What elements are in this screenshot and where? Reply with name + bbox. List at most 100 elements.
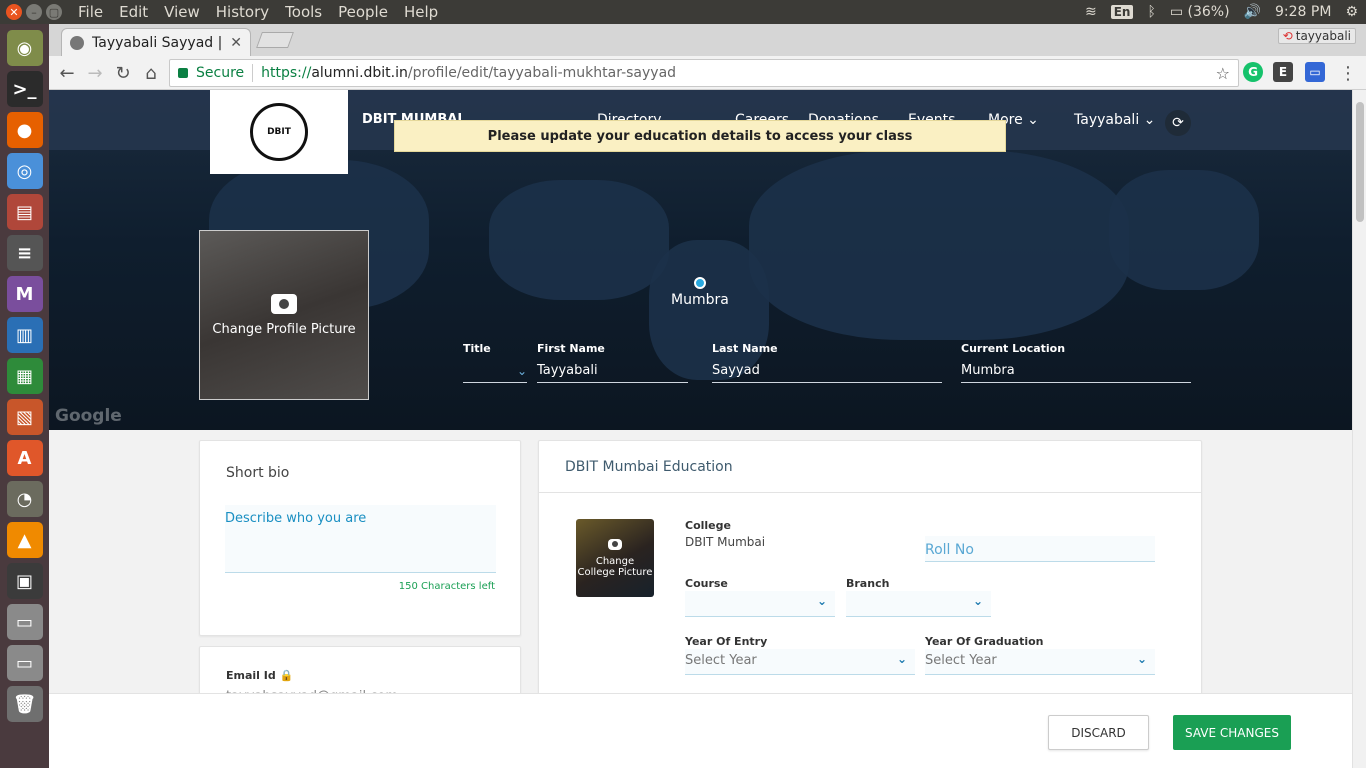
- clock[interactable]: 9:28 PM: [1275, 4, 1331, 20]
- workspace-switcher-icon[interactable]: ▣: [6, 563, 43, 599]
- camera-icon: [271, 293, 297, 314]
- save-changes-button[interactable]: SAVE CHANGES: [1173, 715, 1291, 750]
- impress-icon[interactable]: ▧: [6, 399, 43, 435]
- browser-profile-chip[interactable]: ⟲ tayyabali: [1277, 28, 1356, 44]
- address-bar[interactable]: Secure https:// alumni.dbit.in /profile/…: [169, 59, 1239, 87]
- change-profile-picture-label: Change Profile Picture: [212, 321, 356, 337]
- menu-edit[interactable]: Edit: [119, 3, 148, 21]
- software-center-icon[interactable]: A: [6, 440, 43, 476]
- education-card-title: DBIT Mumbai Education: [539, 441, 1201, 493]
- profile-sync-icon: ⟲: [1282, 29, 1293, 43]
- short-bio-title: Short bio: [226, 465, 290, 481]
- menu-view[interactable]: View: [164, 3, 200, 21]
- firefox-icon[interactable]: ●: [6, 112, 43, 148]
- tab-active[interactable]: Tayyabali Sayyad | D ✕: [61, 28, 251, 56]
- branch-select[interactable]: ⌄: [846, 591, 991, 617]
- secure-label: Secure: [196, 65, 245, 81]
- files-icon[interactable]: ▤: [6, 194, 43, 230]
- change-college-picture[interactable]: Change College Picture: [576, 519, 654, 597]
- location-pin-icon: [694, 277, 706, 289]
- menu-help[interactable]: Help: [404, 3, 438, 21]
- page-scrollbar[interactable]: [1352, 90, 1366, 768]
- drive-icon[interactable]: ▭: [6, 604, 43, 640]
- writer-icon[interactable]: ▥: [6, 317, 43, 353]
- browser-menu-icon[interactable]: ⋮: [1337, 62, 1359, 84]
- course-label: Course: [685, 577, 728, 590]
- dash-home-icon[interactable]: ◉: [6, 30, 43, 66]
- url-host: alumni.dbit.in: [311, 65, 408, 81]
- first-name-field[interactable]: First Name Tayyabali: [537, 342, 688, 383]
- profile-hero-map: DBIT MUMBAI Directory ⌄ Careers ⌄ Donati…: [49, 90, 1352, 430]
- chevron-down-icon: ⌄: [1136, 652, 1147, 666]
- site-logo[interactable]: DBIT: [210, 90, 348, 174]
- change-profile-picture[interactable]: Change Profile Picture: [199, 230, 369, 400]
- bluetooth-icon[interactable]: ᛒ: [1147, 4, 1155, 20]
- nav-user-label: Tayyabali: [1074, 112, 1140, 128]
- year-of-entry-select[interactable]: Select Year ⌄: [685, 649, 915, 675]
- cast-extension-icon[interactable]: ▭: [1305, 62, 1325, 82]
- menu-people[interactable]: People: [338, 3, 388, 21]
- home-icon[interactable]: ⌂: [140, 62, 162, 84]
- battery-indicator[interactable]: ▭ (36%): [1170, 4, 1230, 20]
- current-location-input[interactable]: Mumbra: [961, 361, 1191, 383]
- settings-gear-icon[interactable]: ⚙: [1345, 4, 1358, 20]
- bio-character-counter: 150 Characters left: [398, 581, 495, 592]
- scrollbar-thumb[interactable]: [1356, 102, 1364, 222]
- evernote-extension-icon[interactable]: E: [1273, 62, 1293, 82]
- first-name-input[interactable]: Tayyabali: [537, 361, 688, 383]
- trash-icon[interactable]: 🗑: [6, 686, 43, 722]
- map-landmass: [749, 150, 1129, 340]
- vlc-icon[interactable]: ▲: [6, 522, 43, 558]
- gantt-app-icon[interactable]: ≡: [6, 235, 43, 271]
- year-of-entry-label: Year Of Entry: [685, 635, 768, 648]
- map-landmass: [489, 180, 669, 300]
- calc-icon[interactable]: ▦: [6, 358, 43, 394]
- chrome-icon[interactable]: ◎: [6, 153, 43, 189]
- volume-icon[interactable]: 🔊: [1244, 4, 1261, 20]
- email-label: Email Id 🔒: [226, 669, 293, 682]
- forward-arrow-icon[interactable]: →: [84, 62, 106, 84]
- gimp-icon[interactable]: ◔: [6, 481, 43, 517]
- reload-icon[interactable]: ↻: [112, 62, 134, 84]
- action-footer: DISCARD SAVE CHANGES: [49, 693, 1352, 768]
- new-tab-button[interactable]: [256, 32, 294, 48]
- location-pin-label: Mumbra: [671, 292, 729, 308]
- year-of-graduation-select[interactable]: Select Year ⌄: [925, 649, 1155, 675]
- year-of-entry-value: Select Year: [685, 653, 757, 668]
- course-select[interactable]: ⌄: [685, 591, 835, 617]
- last-name-input[interactable]: Sayyad: [712, 361, 942, 383]
- maximize-window-icon[interactable]: ▢: [46, 4, 62, 20]
- grammarly-extension-icon[interactable]: G: [1243, 62, 1263, 82]
- short-bio-card: Short bio Describe who you are 150 Chara…: [199, 440, 521, 636]
- bookmark-star-icon[interactable]: ☆: [1216, 64, 1230, 83]
- discard-button[interactable]: DISCARD: [1048, 715, 1149, 750]
- close-window-icon[interactable]: ✕: [6, 4, 22, 20]
- year-of-graduation-label: Year Of Graduation: [925, 635, 1044, 648]
- nav-user-menu[interactable]: Tayyabali ⌄: [1074, 112, 1155, 128]
- minimize-window-icon[interactable]: –: [26, 4, 42, 20]
- menu-history[interactable]: History: [216, 3, 269, 21]
- typing-tutor-icon[interactable]: M: [6, 276, 43, 312]
- sync-icon[interactable]: ⟳: [1165, 110, 1191, 136]
- terminal-icon[interactable]: >_: [6, 71, 43, 107]
- current-location-label: Current Location: [961, 342, 1066, 355]
- roll-no-input[interactable]: Roll No: [925, 536, 1155, 562]
- browser-toolbar: ← → ↻ ⌂ Secure https:// alumni.dbit.in /…: [49, 56, 1366, 90]
- drive-2-icon[interactable]: ▭: [6, 645, 43, 681]
- wifi-icon[interactable]: ≋: [1085, 4, 1097, 20]
- google-map-watermark: Google: [55, 406, 122, 426]
- browser-tab-strip: Tayyabali Sayyad | D ✕ ⟲ tayyabali: [49, 24, 1366, 56]
- menu-file[interactable]: File: [78, 3, 103, 21]
- keyboard-layout-indicator[interactable]: En: [1110, 5, 1134, 19]
- title-field[interactable]: Title ⌄: [463, 342, 527, 383]
- current-location-field[interactable]: Current Location Mumbra: [961, 342, 1191, 383]
- back-arrow-icon[interactable]: ←: [56, 62, 78, 84]
- title-select[interactable]: ⌄: [463, 361, 527, 383]
- os-top-panel: ✕ – ▢ File Edit View History Tools Peopl…: [0, 0, 1366, 24]
- menu-tools[interactable]: Tools: [285, 3, 322, 21]
- email-label-text: Email Id: [226, 669, 276, 682]
- close-tab-icon[interactable]: ✕: [230, 35, 242, 51]
- last-name-field[interactable]: Last Name Sayyad: [712, 342, 942, 383]
- short-bio-textarea[interactable]: Describe who you are: [225, 505, 496, 573]
- url-protocol: https://: [261, 65, 312, 81]
